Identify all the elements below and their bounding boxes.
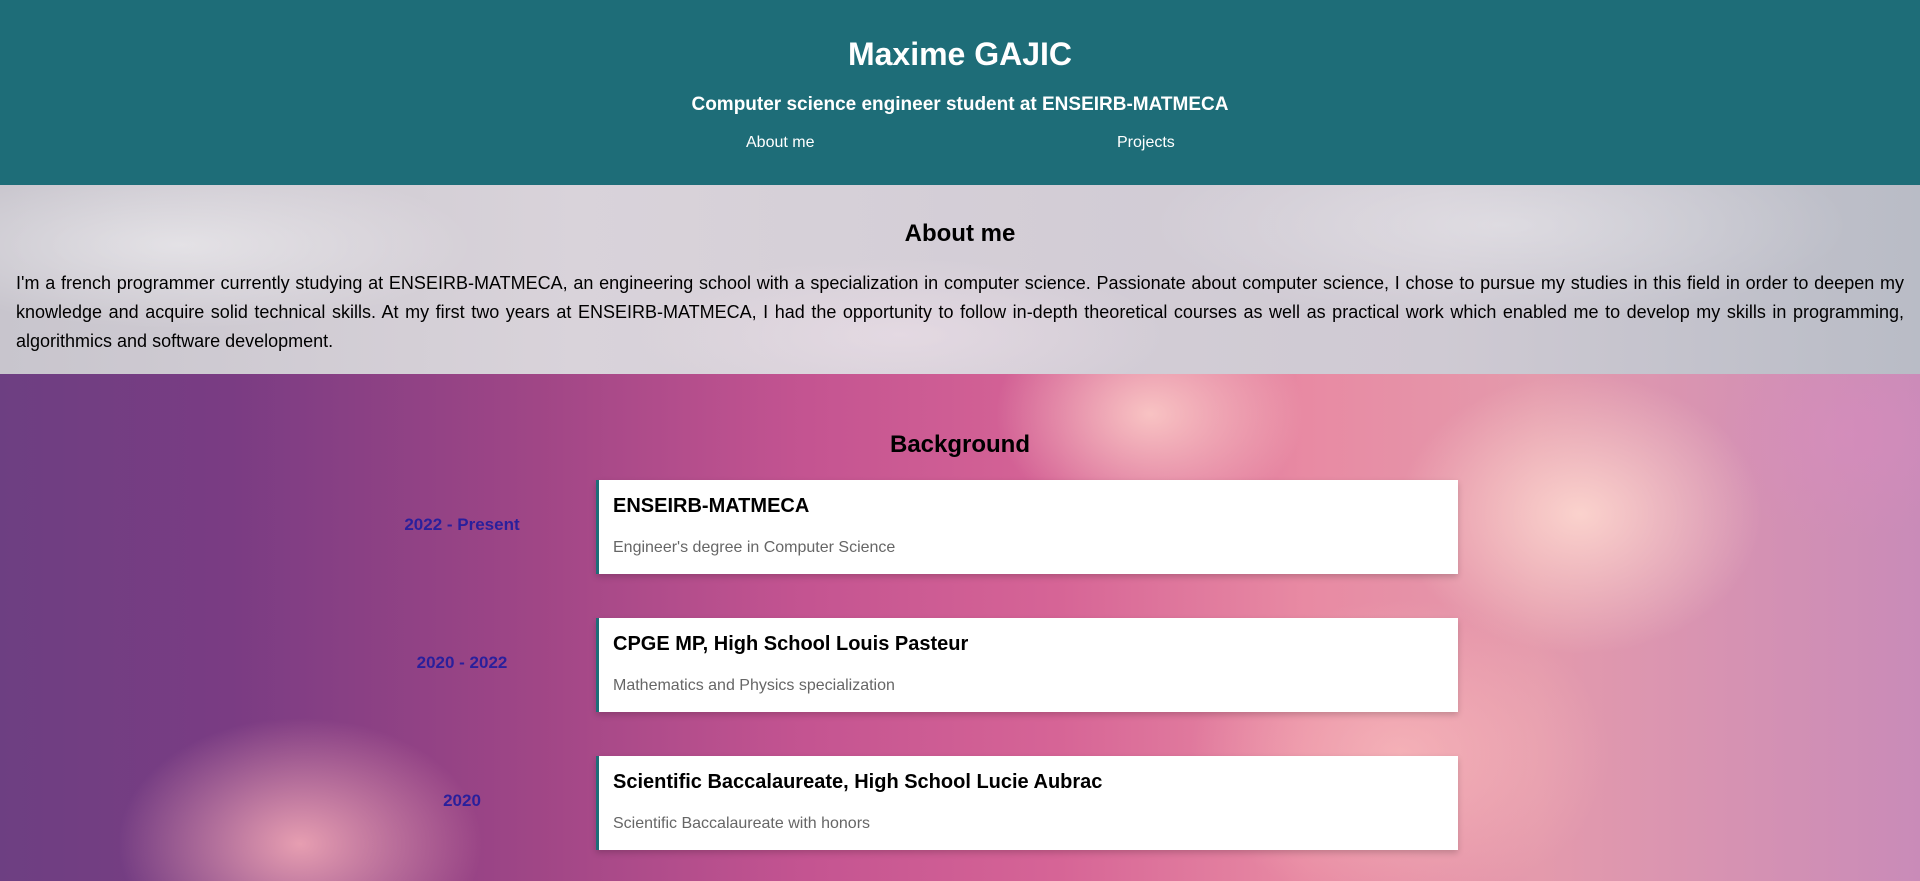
timeline-card-title: ENSEIRB-MATMECA — [613, 495, 810, 517]
timeline-card: CPGE MP, High School Louis Pasteur Mathe… — [596, 618, 1458, 712]
timeline-card-title: CPGE MP, High School Louis Pasteur — [613, 633, 969, 655]
background-section: Background 2022 - Present ENSEIRB-MATMEC… — [0, 374, 1920, 881]
nav-link-projects[interactable]: Projects — [1117, 133, 1175, 153]
timeline-card-description: Mathematics and Physics specialization — [613, 677, 895, 694]
nav-link-about-me[interactable]: About me — [746, 133, 814, 153]
timeline-date: 2020 - 2022 — [416, 653, 508, 672]
about-text: I'm a french programmer currently studyi… — [16, 273, 1904, 351]
timeline-card-description: Scientific Baccalaureate with honors — [613, 815, 871, 832]
timeline-card: ENSEIRB-MATMECA Engineer's degree in Com… — [596, 480, 1458, 574]
about-title: About me — [904, 220, 1016, 247]
timeline-card-title: Scientific Baccalaureate, High School Lu… — [613, 771, 1103, 793]
timeline-date: 2020 — [443, 791, 481, 810]
site-subtitle: Computer science engineer student at ENS… — [691, 94, 1229, 115]
about-section: About me I'm a french programmer current… — [0, 185, 1920, 374]
background-title: Background — [889, 431, 1030, 458]
timeline-card-description: Engineer's degree in Computer Science — [613, 539, 896, 556]
timeline-card: Scientific Baccalaureate, High School Lu… — [596, 756, 1458, 850]
timeline-date: 2022 - Present — [404, 515, 520, 534]
site-title: Maxime GAJIC — [847, 36, 1073, 72]
site-header: Maxime GAJIC Computer science engineer s… — [0, 0, 1920, 185]
